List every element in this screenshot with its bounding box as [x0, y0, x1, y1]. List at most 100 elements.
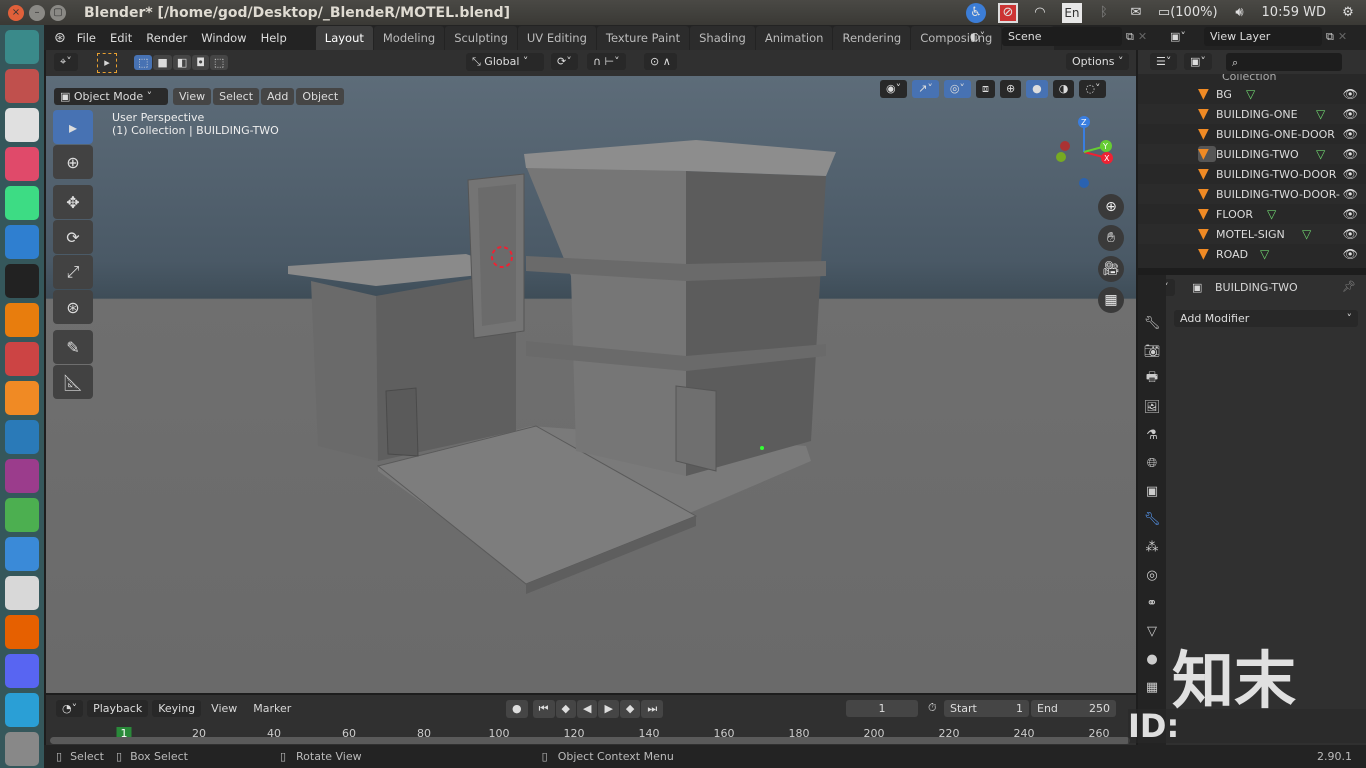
mesh-data-icon[interactable]: ▽ — [1316, 107, 1325, 121]
launcher-weather-icon[interactable] — [5, 692, 39, 727]
shading-material-icon[interactable]: ◑ — [1052, 80, 1075, 98]
shading-rendered-icon[interactable]: ◌˅ — [1079, 80, 1107, 98]
timeline-menu-keying[interactable]: Keying — [152, 699, 202, 717]
play-reverse-button[interactable]: ◀ — [576, 700, 598, 718]
launcher-discord-icon[interactable] — [5, 653, 39, 688]
move-tool-icon[interactable]: ✥ — [53, 185, 93, 219]
timeline-menu-marker[interactable]: Marker — [247, 700, 297, 717]
scene-icon[interactable]: ◐˅ — [970, 30, 998, 43]
window-maximize-button[interactable]: ▢ — [50, 4, 66, 21]
visibility-eye-icon[interactable]: 👁︎ — [1343, 187, 1358, 201]
next-keyframe-button[interactable]: ◆ — [619, 700, 641, 718]
jump-end-button[interactable]: ⏭ — [641, 700, 664, 718]
stopwatch-icon[interactable]: ⏱ — [928, 701, 937, 715]
mesh-data-icon[interactable]: ▽ — [1302, 227, 1311, 241]
viewport-menu-add[interactable]: Add — [261, 88, 295, 105]
mesh-data-icon[interactable]: ▽ — [1246, 87, 1255, 101]
options-dropdown[interactable]: Options ˅ — [1066, 53, 1130, 70]
menu-file[interactable]: File — [70, 31, 103, 45]
record-icon[interactable]: ⊘ — [997, 2, 1018, 23]
outliner-item[interactable]: ▼ ROAD ▽ 👁︎ — [1138, 244, 1366, 264]
select-subtract-icon[interactable]: ◧ — [172, 55, 192, 70]
scene-remove-icon[interactable]: ✕ — [1138, 30, 1147, 43]
mail-icon[interactable]: ✉ — [1126, 3, 1146, 23]
outliner-item[interactable]: ▼ BG ▽ 👁︎ — [1138, 84, 1366, 104]
wifi-icon[interactable]: ◠ — [1030, 3, 1050, 23]
volume-icon[interactable]: 🔊︎ — [1230, 3, 1250, 23]
scene-new-icon[interactable]: ⧉ — [1126, 30, 1134, 44]
scale-tool-icon[interactable]: ⤢ — [53, 255, 93, 289]
outliner-item[interactable]: ▼ BUILDING-TWO-DOOR 👁︎ — [1138, 164, 1366, 184]
outliner-item[interactable]: ▼ FLOOR ▽ 👁︎ — [1138, 204, 1366, 224]
timeline-menu-playback[interactable]: Playback — [87, 699, 149, 717]
timeline-menu-view[interactable]: View — [205, 700, 243, 717]
blender-logo-icon[interactable]: ⊛ — [54, 30, 66, 46]
add-modifier-dropdown[interactable]: Add Modifier ˅ — [1174, 310, 1358, 327]
navigation-gizmo[interactable]: Z X Y — [1051, 112, 1121, 192]
timeline-scrollbar[interactable] — [50, 737, 1130, 744]
tab-layout[interactable]: Layout — [315, 26, 373, 50]
properties-tab-render-icon[interactable]: 📷︎ — [1144, 337, 1161, 365]
properties-tab-view-layer-icon[interactable]: 🖼︎ — [1144, 393, 1161, 421]
launcher-chrome-icon[interactable] — [5, 107, 39, 142]
record-button[interactable]: ● — [506, 700, 528, 718]
visibility-icon[interactable]: ◉˅ — [880, 80, 908, 98]
tab-sculpting[interactable]: Sculpting — [445, 26, 517, 50]
visibility-eye-icon[interactable]: 👁︎ — [1343, 147, 1358, 161]
view-layer-field[interactable]: View Layer — [1204, 27, 1322, 46]
menu-render[interactable]: Render — [139, 31, 194, 45]
menu-window[interactable]: Window — [194, 31, 253, 45]
jump-start-button[interactable]: ⏮ — [532, 700, 555, 718]
bluetooth-icon[interactable]: ᛒ — [1094, 3, 1114, 23]
visibility-eye-icon[interactable]: 👁︎ — [1343, 227, 1358, 241]
select-tool-icon[interactable]: ▸ — [97, 53, 117, 73]
launcher-vlc-icon[interactable] — [5, 380, 39, 415]
window-minimize-button[interactable]: – — [29, 4, 45, 21]
properties-tab-modifier-icon[interactable]: 🔧︎ — [1144, 505, 1161, 533]
launcher-firefox-icon[interactable] — [5, 614, 39, 649]
perspective-grid-icon[interactable]: ▦ — [1098, 287, 1124, 313]
pivot-point-icon[interactable]: ⟳˅ — [551, 53, 578, 70]
tab-animation[interactable]: Animation — [755, 26, 833, 50]
prev-keyframe-button[interactable]: ◆ — [555, 700, 576, 718]
tab-shading[interactable]: Shading — [690, 26, 755, 50]
view-layer-icon[interactable]: ▣˅ — [1170, 30, 1200, 43]
zoom-icon[interactable]: ⊕ — [1098, 194, 1124, 220]
gizmo-toggle-icon[interactable]: ↗˅ — [912, 80, 939, 98]
cursor-tool-icon[interactable]: ⊕ — [53, 145, 93, 179]
launcher-unity-icon[interactable] — [5, 263, 39, 298]
outliner-item[interactable]: ▼ BUILDING-ONE-DOOR 👁︎ — [1138, 124, 1366, 144]
window-close-button[interactable]: × — [8, 4, 24, 21]
viewport-menu-object[interactable]: Object — [296, 88, 345, 105]
launcher-files-icon[interactable] — [5, 68, 39, 103]
tab-texture-paint[interactable]: Texture Paint — [596, 26, 690, 50]
camera-icon[interactable]: 🎥︎ — [1098, 256, 1124, 282]
battery-indicator[interactable]: ▭(100%) — [1158, 5, 1218, 20]
viewport-menu-view[interactable]: View — [173, 88, 212, 105]
visibility-eye-icon[interactable]: 👁︎ — [1343, 87, 1358, 101]
transform-pivot-icon[interactable]: ⌖˅ — [54, 53, 78, 71]
tab-modeling[interactable]: Modeling — [373, 26, 445, 50]
power-icon[interactable]: ⚙ — [1338, 3, 1358, 23]
properties-tab-material-icon[interactable]: ● — [1146, 645, 1157, 673]
properties-tab-world-icon[interactable]: 🌐︎ — [1147, 449, 1157, 477]
outliner-item[interactable]: ▼ BUILDING-TWO ▽ 👁︎ — [1138, 144, 1366, 164]
visibility-eye-icon[interactable]: 👁︎ — [1343, 127, 1358, 141]
properties-tab-scene-icon[interactable]: ⚗ — [1146, 421, 1158, 449]
shading-solid-icon[interactable]: ● — [1026, 80, 1048, 98]
launcher-thunderbird-icon[interactable] — [5, 536, 39, 571]
select-intersect-icon[interactable]: ⬚ — [209, 55, 229, 70]
select-invert-icon[interactable]: ◘ — [192, 55, 209, 70]
annotate-tool-icon[interactable]: ✎ — [53, 330, 93, 364]
menu-help[interactable]: Help — [254, 31, 294, 45]
properties-tab-particles-icon[interactable]: ⁂ — [1146, 533, 1159, 561]
scene-field[interactable]: Scene — [1002, 27, 1122, 46]
keyboard-language[interactable]: En — [1061, 2, 1082, 23]
visibility-eye-icon[interactable]: 👁︎ — [1343, 207, 1358, 221]
filter-icon[interactable]: ▣˅ — [1184, 53, 1212, 70]
launcher-blender-icon[interactable] — [5, 302, 39, 337]
transform-tool-icon[interactable]: ⊛ — [53, 290, 93, 324]
mesh-data-icon[interactable]: ▽ — [1267, 207, 1276, 221]
start-frame-field[interactable]: Start 1 — [944, 700, 1029, 717]
display-mode-icon[interactable]: ☰˅ — [1150, 53, 1178, 70]
